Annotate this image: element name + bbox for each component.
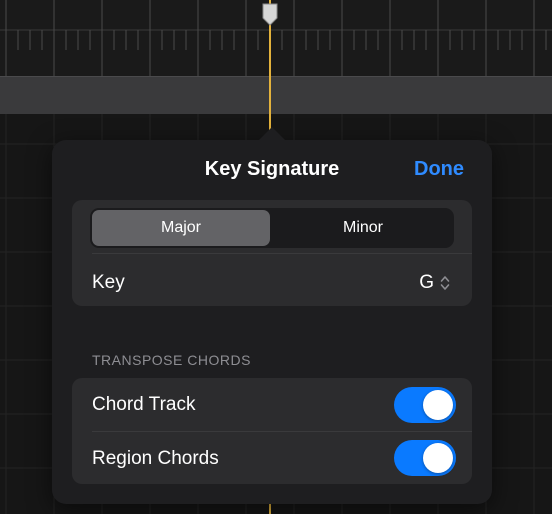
chord-track-band[interactable] <box>0 76 552 116</box>
scale-key-card: Major Minor Key G <box>72 200 472 306</box>
playhead-handle[interactable] <box>261 2 279 26</box>
segment-minor[interactable]: Minor <box>274 210 452 246</box>
toggle-thumb <box>423 443 453 473</box>
segment-major[interactable]: Major <box>92 210 270 246</box>
chord-track-label: Chord Track <box>92 394 196 415</box>
transpose-card: Chord Track Region Chords <box>72 378 472 484</box>
key-value: G <box>419 272 434 293</box>
region-chords-toggle[interactable] <box>394 440 456 476</box>
chord-track-toggle[interactable] <box>394 387 456 423</box>
done-button[interactable]: Done <box>414 158 464 181</box>
key-label: Key <box>92 272 125 293</box>
scale-segmented-control: Major Minor <box>90 208 454 248</box>
region-chords-label: Region Chords <box>92 448 219 469</box>
chevron-up-down-icon <box>440 276 450 290</box>
key-signature-popover: Key Signature Done Major Minor Key G TRA… <box>52 140 492 504</box>
toggle-thumb <box>423 390 453 420</box>
popover-arrow <box>258 127 286 141</box>
key-picker[interactable]: G <box>419 272 450 294</box>
divider <box>92 253 472 254</box>
divider <box>92 431 472 432</box>
transpose-chords-header: TRANSPOSE CHORDS <box>92 352 251 368</box>
